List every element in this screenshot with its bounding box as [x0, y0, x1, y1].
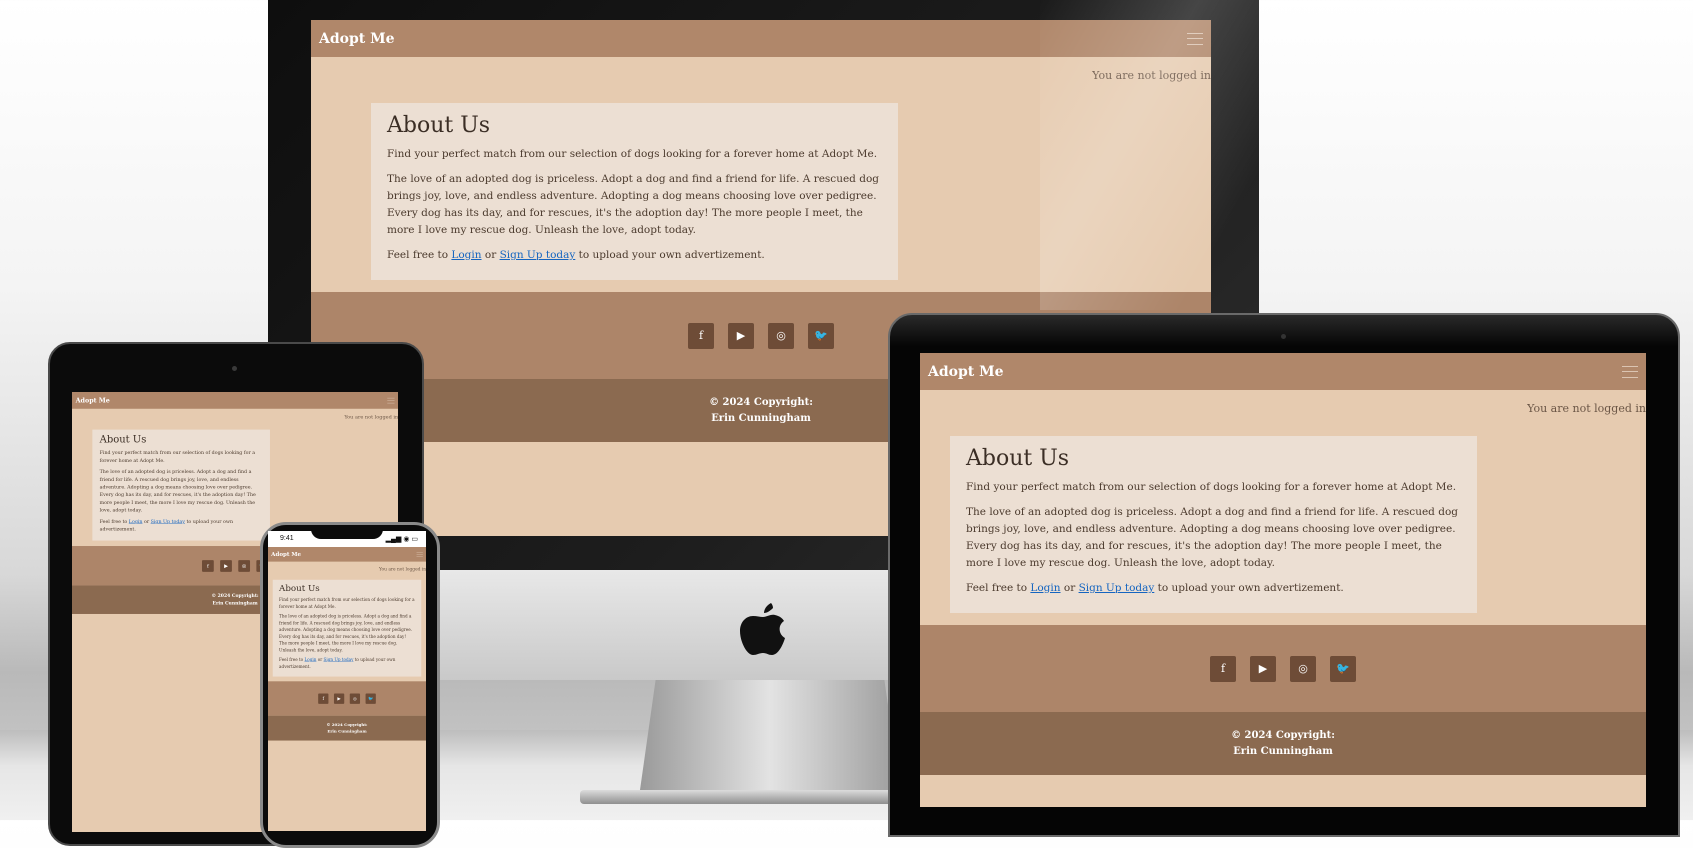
about-intro: Find your perfect match from our selecti… — [279, 597, 415, 610]
about-body: The love of an adopted dog is priceless.… — [966, 506, 1458, 569]
facebook-icon[interactable]: f — [688, 322, 714, 349]
twitter-icon[interactable]: 🐦 — [1330, 655, 1356, 682]
about-cta: Feel free to Login or Sign Up today to u… — [387, 247, 882, 264]
copyright-line: © 2024 Copyright: — [1231, 729, 1335, 741]
youtube-icon[interactable]: ▶ — [728, 322, 754, 349]
navbar: Adopt Me — [72, 392, 398, 409]
social-bar: f ▶ ◎ 🐦 — [268, 681, 426, 716]
cta-prefix: Feel free to — [387, 249, 452, 261]
copyright-footer: © 2024 Copyright: Erin Cunningham — [268, 715, 426, 741]
cta-prefix: Feel free to — [966, 582, 1031, 594]
hamburger-menu-icon[interactable] — [416, 551, 423, 557]
copyright-line: © 2024 Copyright: — [709, 396, 813, 408]
copyright-author: Erin Cunningham — [1233, 745, 1333, 757]
login-status: You are not logged in — [344, 414, 398, 421]
facebook-icon[interactable]: f — [202, 559, 214, 572]
about-title: About Us — [387, 113, 491, 138]
about-body: The love of an adopted dog is priceless.… — [99, 469, 256, 513]
login-status: You are not logged in — [1527, 402, 1646, 415]
camera-icon — [1281, 334, 1286, 339]
cta-or: or — [142, 518, 151, 525]
hamburger-menu-icon[interactable] — [1622, 365, 1638, 378]
about-body: The love of an adopted dog is priceless.… — [279, 614, 412, 653]
login-status: You are not logged in — [379, 566, 426, 572]
twitter-icon[interactable]: 🐦 — [365, 693, 376, 704]
signup-link[interactable]: Sign Up today — [151, 519, 185, 524]
about-title: About Us — [99, 434, 147, 446]
cta-or: or — [481, 249, 500, 261]
signup-link[interactable]: Sign Up today — [1079, 582, 1155, 594]
phone-device: 9:41 ▂▄▆ ◉ ▭ Adopt Me You are not logged… — [260, 522, 440, 848]
site-page: Adopt Me You are not logged in About Us … — [920, 353, 1646, 775]
status-time: 9:41 — [280, 535, 294, 542]
about-title: About Us — [279, 583, 320, 594]
cta-or: or — [316, 657, 324, 663]
laptop-display: Adopt Me You are not logged in About Us … — [888, 313, 1680, 837]
brand-logo[interactable]: Adopt Me — [319, 31, 395, 47]
brand-logo[interactable]: Adopt Me — [271, 551, 301, 557]
facebook-icon[interactable]: f — [318, 693, 329, 704]
login-status: You are not logged in — [1092, 69, 1211, 82]
instagram-icon[interactable]: ◎ — [238, 559, 251, 572]
laptop-screen: Adopt Me You are not logged in About Us … — [920, 353, 1646, 807]
hamburger-menu-icon[interactable] — [387, 397, 395, 404]
instagram-icon[interactable]: ◎ — [1290, 655, 1316, 682]
copyright-footer: © 2024 Copyright: Erin Cunningham — [920, 712, 1646, 775]
login-link[interactable]: Login — [1030, 582, 1060, 594]
about-cta: Feel free to Login or Sign Up today to u… — [279, 657, 415, 670]
cta-prefix: Feel free to — [99, 518, 129, 525]
navbar: Adopt Me — [268, 547, 426, 562]
site-page: Adopt Me You are not logged in About Us … — [268, 547, 426, 741]
about-intro: Find your perfect match from our selecti… — [99, 449, 256, 464]
about-intro: Find your perfect match from our selecti… — [387, 148, 878, 160]
brand-logo[interactable]: Adopt Me — [928, 364, 1004, 380]
about-card: About Us Find your perfect match from ou… — [950, 436, 1477, 613]
about-body: The love of an adopted dog is priceless.… — [387, 173, 879, 236]
cta-prefix: Feel free to — [279, 657, 305, 663]
login-link[interactable]: Login — [304, 658, 316, 663]
copyright-line: © 2024 Copyright: — [211, 593, 259, 599]
cta-suffix: to upload your own advertizement. — [575, 249, 765, 261]
signup-link[interactable]: Sign Up today — [500, 249, 576, 261]
copyright-author: Erin Cunningham — [212, 600, 258, 606]
youtube-icon[interactable]: ▶ — [220, 559, 232, 572]
navbar: Adopt Me — [920, 353, 1646, 390]
instagram-icon[interactable]: ◎ — [768, 322, 794, 349]
twitter-icon[interactable]: 🐦 — [808, 322, 834, 349]
status-icons: ▂▄▆ ◉ ▭ — [385, 536, 418, 543]
youtube-icon[interactable]: ▶ — [333, 693, 345, 704]
login-link[interactable]: Login — [451, 249, 481, 261]
imac-stand — [640, 680, 900, 790]
about-card: About Us Find your perfect match from ou… — [272, 579, 422, 677]
about-card: About Us Find your perfect match from ou… — [92, 429, 270, 541]
about-cta: Feel free to Login or Sign Up today to u… — [100, 518, 263, 533]
instagram-icon[interactable]: ◎ — [349, 693, 361, 704]
about-cta: Feel free to Login or Sign Up today to u… — [966, 580, 1461, 597]
youtube-icon[interactable]: ▶ — [1250, 655, 1276, 682]
apple-logo-icon — [740, 603, 785, 655]
phone-notch — [311, 525, 383, 539]
copyright-author: Erin Cunningham — [711, 412, 811, 424]
signup-link[interactable]: Sign Up today — [324, 658, 354, 663]
navbar: Adopt Me — [311, 20, 1211, 57]
cta-or: or — [1060, 582, 1079, 594]
about-title: About Us — [966, 446, 1070, 471]
facebook-icon[interactable]: f — [1210, 655, 1236, 682]
social-bar: f ▶ ◎ 🐦 — [920, 625, 1646, 712]
about-intro: Find your perfect match from our selecti… — [966, 481, 1457, 493]
brand-logo[interactable]: Adopt Me — [76, 397, 110, 404]
phone-screen: 9:41 ▂▄▆ ◉ ▭ Adopt Me You are not logged… — [268, 531, 426, 831]
hamburger-menu-icon[interactable] — [1187, 32, 1203, 45]
camera-icon — [232, 366, 237, 371]
cta-suffix: to upload your own advertizement. — [1154, 582, 1344, 594]
login-link[interactable]: Login — [129, 519, 143, 524]
copyright-author: Erin Cunningham — [327, 728, 367, 734]
about-card: About Us Find your perfect match from ou… — [371, 103, 898, 280]
